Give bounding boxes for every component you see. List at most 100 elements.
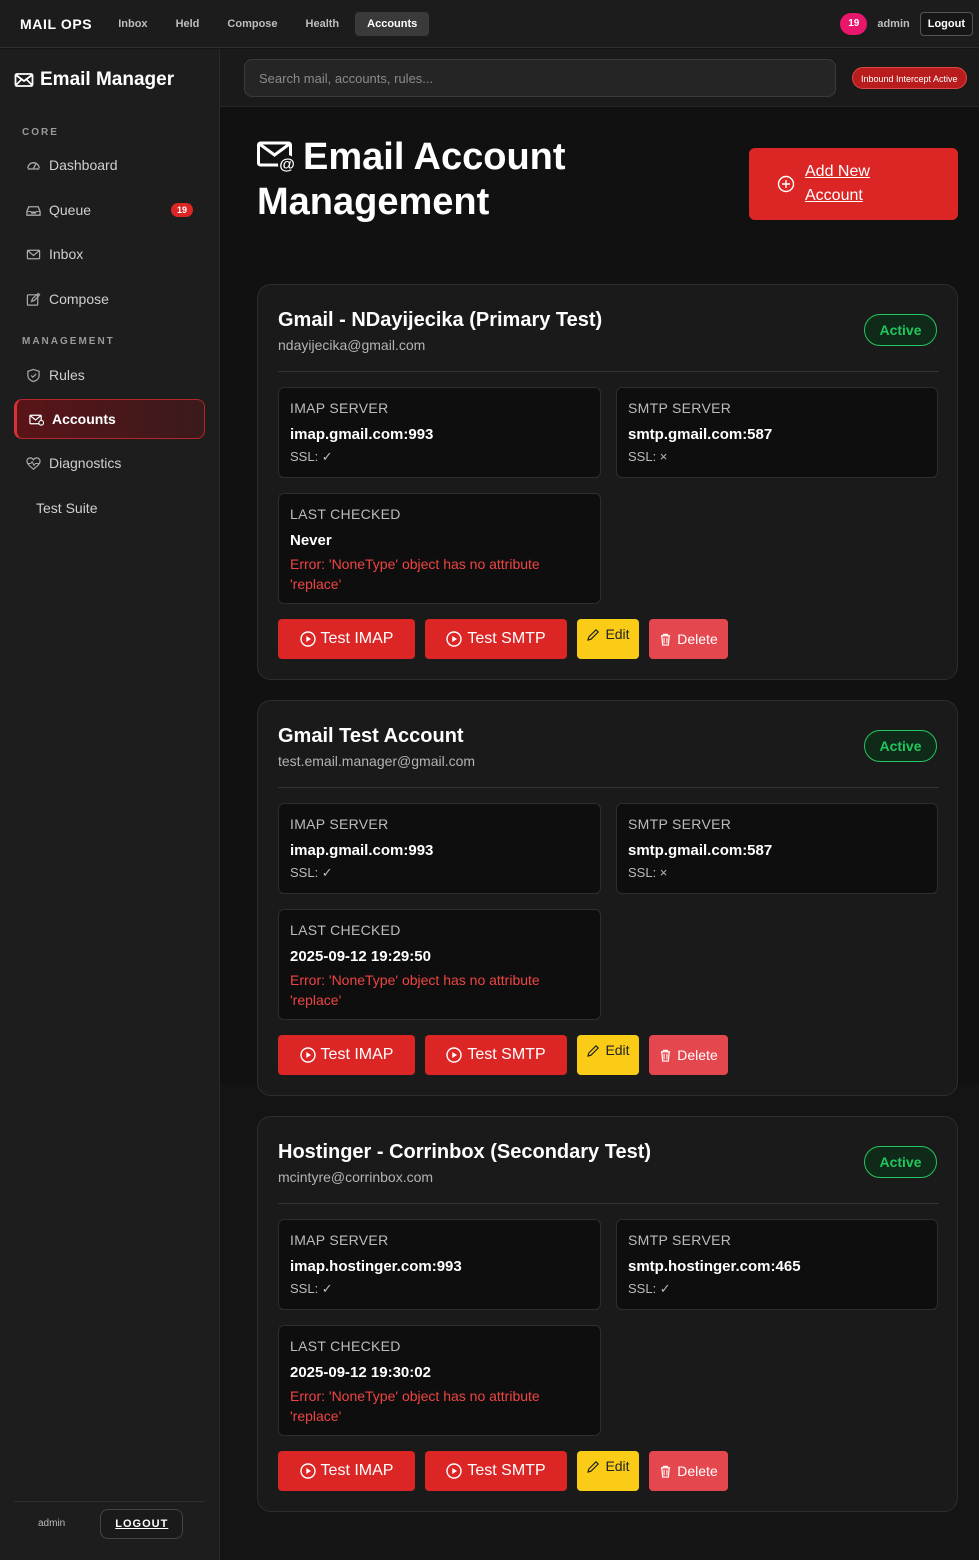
test-imap-button[interactable]: Test IMAP xyxy=(278,619,415,659)
page-title: @ Email Account Management xyxy=(257,135,577,225)
shield-check-icon xyxy=(25,367,41,383)
status-badge: Active xyxy=(864,1146,937,1178)
trash-icon xyxy=(661,633,671,646)
error-message: Error: 'NoneType' object has no attribut… xyxy=(290,972,540,1008)
error-message: Error: 'NoneType' object has no attribut… xyxy=(290,1388,540,1424)
search-input[interactable] xyxy=(244,59,836,97)
edit-button[interactable]: Edit xyxy=(577,1451,639,1491)
delete-button[interactable]: Delete xyxy=(649,619,728,659)
last-checked-value: 2025-09-12 19:30:02 xyxy=(290,1364,431,1381)
status-badge: Active xyxy=(864,730,937,762)
sidebar-logout-button[interactable]: LOGOUT xyxy=(100,1508,184,1539)
last-checked-label: LAST CHECKED xyxy=(290,1338,401,1354)
add-account-label: Add New Account xyxy=(805,163,870,204)
imap-value: imap.gmail.com:993 xyxy=(290,426,434,443)
test-smtp-label: Test SMTP xyxy=(467,630,546,647)
sidebar-item-queue[interactable]: Queue 19 xyxy=(14,190,205,230)
account-name: Gmail Test Account xyxy=(278,725,464,747)
sidebar: Email Manager CORE Dashboard Queue 19 In… xyxy=(0,49,220,1560)
inbox-tray-icon xyxy=(25,202,41,218)
test-smtp-button[interactable]: Test SMTP xyxy=(425,1035,567,1075)
last-checked-value: 2025-09-12 19:29:50 xyxy=(290,948,431,965)
smtp-ssl: SSL: ✓ xyxy=(628,1281,671,1296)
pencil-icon xyxy=(587,1044,600,1057)
sidebar-item-rules[interactable]: Rules xyxy=(14,355,205,395)
test-smtp-button[interactable]: Test SMTP xyxy=(425,619,567,659)
test-imap-button[interactable]: Test IMAP xyxy=(278,1035,415,1075)
imap-server-box: IMAP SERVER imap.gmail.com:993 SSL: ✓ xyxy=(278,803,601,894)
account-card: Gmail Test Account test.email.manager@gm… xyxy=(257,700,958,1096)
sidebar-footer: admin LOGOUT xyxy=(14,1501,205,1545)
test-smtp-label: Test SMTP xyxy=(467,1462,546,1479)
sidebar-item-compose[interactable]: Compose xyxy=(14,279,205,319)
nav-link-held[interactable]: Held xyxy=(164,12,212,36)
smtp-ssl: SSL: × xyxy=(628,449,668,464)
sidebar-item-label: Inbox xyxy=(49,246,84,262)
nav-link-inbox[interactable]: Inbox xyxy=(106,12,159,36)
sidebar-item-inbox[interactable]: Inbox xyxy=(14,234,205,274)
last-checked-label: LAST CHECKED xyxy=(290,922,401,938)
section-label-core: CORE xyxy=(22,127,59,138)
edit-button[interactable]: Edit xyxy=(577,1035,639,1075)
sidebar-item-label: Compose xyxy=(49,291,109,307)
play-circle-icon xyxy=(299,1463,316,1479)
account-email: test.email.manager@gmail.com xyxy=(278,753,476,769)
nav-link-health[interactable]: Health xyxy=(294,12,352,36)
last-checked-value: Never xyxy=(290,532,332,549)
card-divider xyxy=(278,787,939,788)
smtp-server-box: SMTP SERVER smtp.hostinger.com:465 SSL: … xyxy=(616,1219,938,1310)
nav-link-accounts[interactable]: Accounts xyxy=(355,11,430,36)
nav-right-group: 19 admin Logout xyxy=(840,11,973,36)
page-title-text: Email Account Management xyxy=(257,136,566,223)
test-imap-button[interactable]: Test IMAP xyxy=(278,1451,415,1491)
status-badge: Active xyxy=(864,314,937,346)
nav-link-compose[interactable]: Compose xyxy=(215,12,289,36)
plus-circle-icon xyxy=(777,175,795,193)
edit-button[interactable]: Edit xyxy=(577,619,639,659)
imap-value: imap.hostinger.com:993 xyxy=(290,1258,462,1275)
error-message: Error: 'NoneType' object has no attribut… xyxy=(290,556,540,592)
sidebar-item-test-suite[interactable]: Test Suite xyxy=(14,488,205,528)
top-navbar: MAIL OPS Inbox Held Compose Health Accou… xyxy=(0,0,979,48)
imap-value: imap.gmail.com:993 xyxy=(290,842,434,859)
brand-logo[interactable]: MAIL OPS xyxy=(20,16,92,32)
smtp-server-box: SMTP SERVER smtp.gmail.com:587 SSL: × xyxy=(616,387,938,478)
imap-ssl: SSL: ✓ xyxy=(290,1281,333,1296)
delete-button[interactable]: Delete xyxy=(649,1451,728,1491)
section-label-management: MANAGEMENT xyxy=(22,336,115,347)
smtp-label: SMTP SERVER xyxy=(628,400,732,416)
svg-text:@: @ xyxy=(279,157,295,174)
envelope-icon xyxy=(25,246,41,262)
delete-label: Delete xyxy=(677,1463,718,1479)
test-smtp-button[interactable]: Test SMTP xyxy=(425,1451,567,1491)
play-circle-icon xyxy=(299,631,316,647)
last-checked-box: LAST CHECKED 2025-09-12 19:29:50 Error: … xyxy=(278,909,601,1020)
envelope-icon xyxy=(14,73,34,87)
play-circle-icon xyxy=(446,1463,463,1479)
notification-badge[interactable]: 19 xyxy=(840,12,868,35)
add-account-button[interactable]: Add New Account xyxy=(749,148,958,220)
smtp-label: SMTP SERVER xyxy=(628,816,732,832)
card-divider xyxy=(278,371,939,372)
imap-label: IMAP SERVER xyxy=(290,1232,389,1248)
edit-label: Edit xyxy=(605,626,630,642)
account-card: Hostinger - Corrinbox (Secondary Test) m… xyxy=(257,1116,958,1512)
last-checked-box: LAST CHECKED 2025-09-12 19:30:02 Error: … xyxy=(278,1325,601,1436)
nav-logout-button[interactable]: Logout xyxy=(919,11,973,36)
test-imap-label: Test IMAP xyxy=(320,1046,394,1063)
pencil-icon xyxy=(587,628,600,641)
pencil-icon xyxy=(587,1460,600,1473)
imap-ssl: SSL: ✓ xyxy=(290,865,333,880)
envelope-at-icon: @ xyxy=(257,141,296,174)
sidebar-item-accounts[interactable]: Accounts xyxy=(14,399,205,439)
account-email: mcintyre@corrinbox.com xyxy=(278,1169,434,1185)
sidebar-title[interactable]: Email Manager xyxy=(14,69,174,91)
delete-label: Delete xyxy=(677,631,718,647)
sidebar-item-diagnostics[interactable]: Diagnostics xyxy=(14,443,205,483)
sidebar-item-dashboard[interactable]: Dashboard xyxy=(14,145,205,185)
sidebar-item-label: Queue xyxy=(49,202,92,218)
smtp-ssl: SSL: × xyxy=(628,865,668,880)
smtp-label: SMTP SERVER xyxy=(628,1232,732,1248)
delete-button[interactable]: Delete xyxy=(649,1035,728,1075)
edit-label: Edit xyxy=(605,1458,630,1474)
